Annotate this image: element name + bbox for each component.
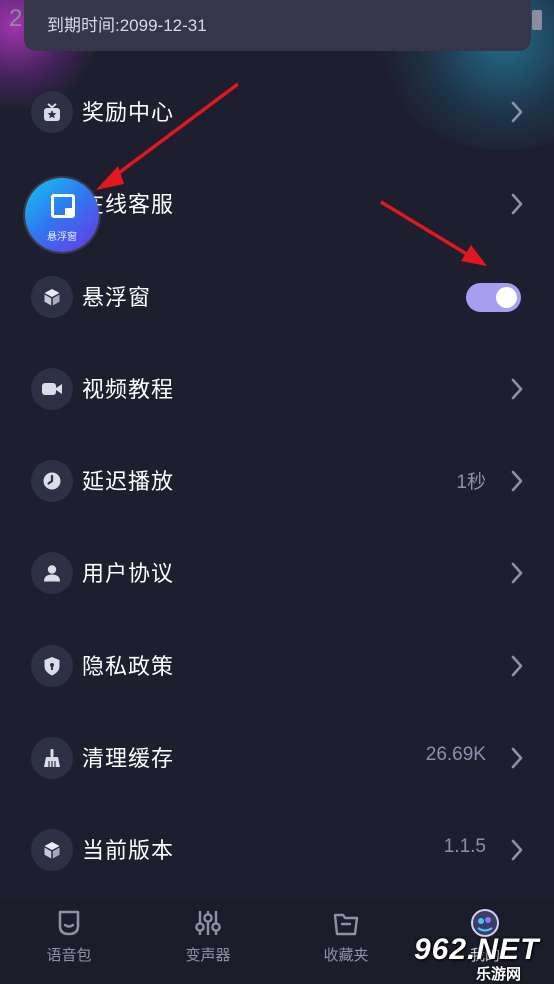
floating-window-caption: 悬浮窗 [47, 232, 77, 243]
menu-item-clear-cache[interactable]: 清理缓存 26.69K [0, 713, 554, 805]
menu-item-privacy-policy[interactable]: 隐私政策 [0, 621, 554, 713]
watermark-brand: 962.NET [414, 933, 540, 966]
chevron-right-icon [510, 377, 524, 405]
cache-size-value: 26.69K [425, 744, 486, 766]
menu-item-user-agreement[interactable]: 用户协议 [0, 528, 554, 620]
menu-item-current-version[interactable]: 当前版本 1.1.5 [0, 805, 554, 897]
site-watermark: 962.NET 乐游网 [414, 933, 550, 983]
gift-star-icon [31, 91, 73, 133]
settings-screen: 2:07 到期时间:2099-12-31 奖励中心 [0, 0, 554, 984]
expiry-toast: 到期时间:2099-12-31 [24, 0, 531, 51]
floating-window-toggle[interactable] [466, 282, 521, 312]
chevron-right-icon [510, 192, 524, 220]
menu-item-label: 视频教程 [82, 377, 175, 403]
expiry-toast-text: 到期时间:2099-12-31 [47, 16, 207, 35]
video-camera-icon [31, 367, 73, 410]
menu-item-label: 用户协议 [82, 562, 175, 588]
menu-item-reward-center[interactable]: 奖励中心 [0, 67, 554, 159]
chevron-right-icon [510, 100, 524, 128]
tab-voice-pack[interactable]: 语音包 [24, 908, 114, 965]
chevron-right-icon [510, 561, 524, 589]
menu-item-delay-playback[interactable]: 延迟播放 1秒 [0, 436, 554, 528]
menu-item-video-tutorial[interactable]: 视频教程 [0, 344, 554, 436]
chevron-right-icon [510, 838, 524, 866]
chevron-right-icon [510, 746, 524, 774]
tab-label: 语音包 [46, 946, 92, 964]
battery-icon [532, 10, 542, 30]
broom-icon [31, 737, 73, 780]
tab-voice-changer[interactable]: 变声器 [163, 908, 253, 965]
menu-item-label: 悬浮窗 [82, 285, 152, 311]
menu-item-label: 隐私政策 [82, 654, 175, 680]
toggle-knob [496, 286, 517, 308]
sliders-icon [195, 911, 221, 935]
user-icon [31, 552, 73, 595]
chevron-right-icon [510, 469, 524, 497]
watermark-sub: 乐游网 [476, 965, 522, 983]
cube-icon [31, 829, 73, 872]
folder-icon [333, 913, 359, 936]
menu-item-floating-window: 悬浮窗 [0, 252, 554, 344]
menu-item-label: 当前版本 [82, 839, 175, 865]
tab-label: 变声器 [185, 946, 231, 964]
shield-lock-icon [31, 644, 73, 687]
menu-item-label: 延迟播放 [82, 470, 175, 496]
voice-pack-icon [58, 910, 80, 936]
tab-favorites[interactable]: 收藏夹 [301, 908, 391, 965]
floating-window-button[interactable]: 悬浮窗 [25, 178, 99, 252]
cube-icon [31, 275, 73, 318]
version-value: 1.1.5 [443, 836, 486, 858]
menu-item-label: 奖励中心 [82, 101, 175, 126]
chevron-right-icon [510, 654, 524, 682]
clock-icon [31, 460, 73, 503]
delay-value: 1秒 [456, 472, 486, 494]
window-icon-dot [65, 208, 74, 217]
tab-label: 收藏夹 [323, 946, 369, 964]
menu-item-label: 清理缓存 [82, 747, 175, 773]
